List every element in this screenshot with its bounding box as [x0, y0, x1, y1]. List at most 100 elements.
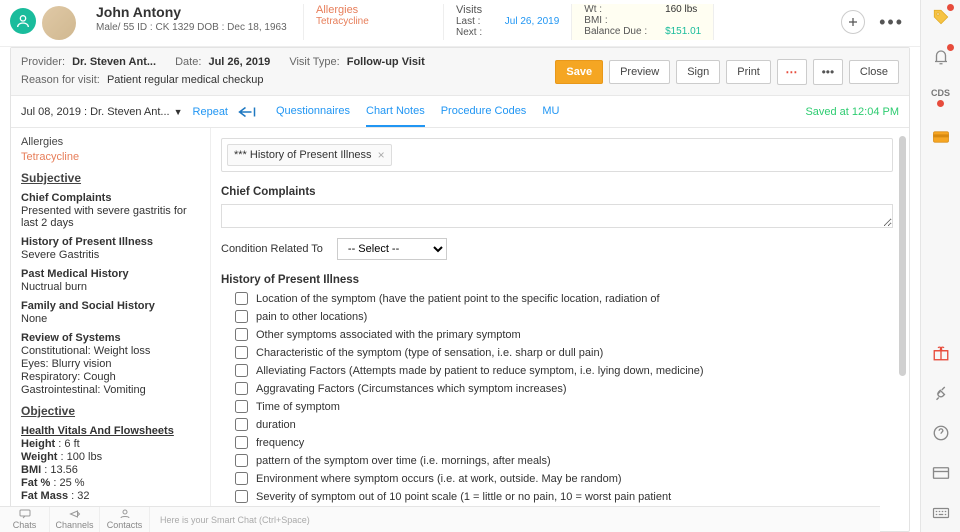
chart-form-panel[interactable]: *** History of Present Illness × Chief C…	[211, 128, 909, 531]
patient-avatar[interactable]	[42, 6, 76, 40]
visit-type-value: Follow-up Visit	[347, 56, 425, 68]
chats-tab[interactable]: Chats	[0, 507, 50, 532]
card-icon[interactable]	[930, 126, 952, 148]
hpi-checklist: Location of the symptom (have the patien…	[221, 292, 893, 521]
chevron-down-icon[interactable]: ▼	[174, 107, 183, 117]
date-label: Date:	[175, 56, 201, 68]
repeat-link[interactable]: Repeat	[193, 106, 228, 118]
hpi-check-label: pain to other locations)	[256, 311, 367, 323]
smart-chat-placeholder[interactable]: Here is your Smart Chat (Ctrl+Space)	[160, 515, 310, 525]
more-menu-icon[interactable]: •••	[879, 12, 904, 33]
hpi-section-heading: History of Present Illness	[221, 274, 893, 286]
reason-value: Patient regular medical checkup	[107, 74, 264, 86]
subjective-heading: Subjective	[21, 171, 202, 185]
patient-name[interactable]: John Antony	[96, 4, 291, 20]
hpi-check-7[interactable]	[235, 418, 248, 431]
hpi-tag-label: *** History of Present Illness	[234, 149, 372, 161]
visits-last-label: Last :	[456, 16, 502, 27]
patient-badge-icon[interactable]	[10, 8, 36, 34]
preview-button[interactable]: Preview	[609, 60, 670, 84]
hpi-check-label: Environment where symptom occurs (i.e. a…	[256, 473, 622, 485]
channels-label: Channels	[55, 520, 93, 530]
vital-fatmass-value: 32	[77, 490, 89, 502]
add-button[interactable]	[841, 10, 865, 34]
pmh-heading: Past Medical History	[21, 268, 202, 280]
sign-button[interactable]: Sign	[676, 60, 720, 84]
hpi-check-4[interactable]	[235, 364, 248, 377]
hpi-check-8[interactable]	[235, 436, 248, 449]
hpi-check-label: Aggravating Factors (Circumstances which…	[256, 383, 567, 395]
right-icon-bar: CDS	[920, 0, 960, 532]
tab-chart-notes[interactable]: Chart Notes	[366, 97, 425, 127]
hpi-check-row: frequency	[235, 436, 893, 449]
hpi-check-9[interactable]	[235, 454, 248, 467]
visit-bar: Provider: Dr. Steven Ant... Date: Jul 26…	[11, 48, 909, 96]
chief-complaints-value: Presented with severe gastritis for last…	[21, 205, 202, 229]
pmh-value: Nuctrual burn	[21, 281, 202, 293]
save-button[interactable]: Save	[555, 60, 603, 84]
chart-summary-panel[interactable]: Allergies Tetracycline Subjective Chief …	[11, 128, 211, 531]
channels-tab[interactable]: Channels	[50, 507, 100, 532]
chat-popup-button[interactable]: ⋯	[777, 59, 807, 85]
tab-mu[interactable]: MU	[542, 97, 559, 127]
hpi-value: Severe Gastritis	[21, 249, 202, 261]
cds-button[interactable]: CDS	[930, 86, 952, 108]
chief-complaints-textarea[interactable]	[221, 204, 893, 228]
summary-allergies-heading: Allergies	[21, 136, 202, 148]
hpi-tag[interactable]: *** History of Present Illness ×	[227, 144, 392, 166]
contacts-label: Contacts	[107, 520, 143, 530]
bell-icon[interactable]	[930, 46, 952, 68]
vital-height-label: Height	[21, 438, 55, 450]
visit-type-label: Visit Type:	[289, 56, 339, 68]
hpi-check-1[interactable]	[235, 310, 248, 323]
hpi-check-row: Alleviating Factors (Attempts made by pa…	[235, 364, 893, 377]
wt-label: Wt :	[584, 4, 662, 15]
help-icon[interactable]	[930, 422, 952, 444]
hpi-check-10[interactable]	[235, 472, 248, 485]
reason-label: Reason for visit:	[21, 74, 100, 86]
vital-fatpct-value: 25 %	[60, 477, 85, 489]
hpi-check-row: duration	[235, 418, 893, 431]
close-icon[interactable]: ×	[378, 148, 385, 162]
ros-line-2: Respiratory: Cough	[21, 371, 202, 383]
hpi-check-3[interactable]	[235, 346, 248, 359]
visit-history-selector[interactable]: Jul 08, 2019 : Dr. Steven Ant...	[21, 106, 170, 118]
chart-tabs-bar: Jul 08, 2019 : Dr. Steven Ant... ▼ Repea…	[11, 96, 909, 128]
hpi-check-0[interactable]	[235, 292, 248, 305]
saved-indicator: Saved at 12:04 PM	[805, 106, 899, 118]
hpi-check-label: Characteristic of the symptom (type of s…	[256, 347, 603, 359]
plug-icon[interactable]	[930, 382, 952, 404]
hpi-check-6[interactable]	[235, 400, 248, 413]
tag-icon[interactable]	[930, 6, 952, 28]
gift-icon[interactable]	[930, 342, 952, 364]
ros-line-0: Constitutional: Weight loss	[21, 345, 202, 357]
tab-questionnaires[interactable]: Questionnaires	[276, 97, 350, 127]
condition-related-select[interactable]: -- Select --	[337, 238, 447, 260]
hpi-check-5[interactable]	[235, 382, 248, 395]
print-button[interactable]: Print	[726, 60, 771, 84]
tab-procedure-codes[interactable]: Procedure Codes	[441, 97, 527, 127]
hpi-check-row: Environment where symptom occurs (i.e. a…	[235, 472, 893, 485]
balance-value[interactable]: $151.01	[665, 26, 701, 37]
hpi-check-label: pattern of the symptom over time (i.e. m…	[256, 455, 551, 467]
collapse-icon[interactable]	[238, 106, 256, 118]
hpi-check-label: Time of symptom	[256, 401, 340, 413]
keyboard-icon[interactable]	[930, 502, 952, 524]
window-icon[interactable]	[930, 462, 952, 484]
close-button[interactable]: Close	[849, 60, 899, 84]
vital-height-value: 6 ft	[64, 438, 79, 450]
wt-value: 160 lbs	[665, 4, 697, 15]
overflow-button[interactable]: •••	[813, 59, 843, 85]
scrollbar[interactable]	[899, 136, 906, 376]
balance-label: Balance Due :	[584, 26, 662, 37]
hpi-tag-container: *** History of Present Illness ×	[221, 138, 893, 172]
hpi-check-2[interactable]	[235, 328, 248, 341]
hpi-check-label: Location of the symptom (have the patien…	[256, 293, 660, 305]
visits-last-value[interactable]: Jul 26, 2019	[505, 16, 560, 27]
bottom-bar: Chats Channels Contacts Here is your Sma…	[0, 506, 880, 532]
provider-value: Dr. Steven Ant...	[72, 56, 156, 68]
contacts-tab[interactable]: Contacts	[100, 507, 150, 532]
hpi-check-row: Aggravating Factors (Circumstances which…	[235, 382, 893, 395]
hpi-check-11[interactable]	[235, 490, 248, 503]
provider-label: Provider:	[21, 56, 65, 68]
